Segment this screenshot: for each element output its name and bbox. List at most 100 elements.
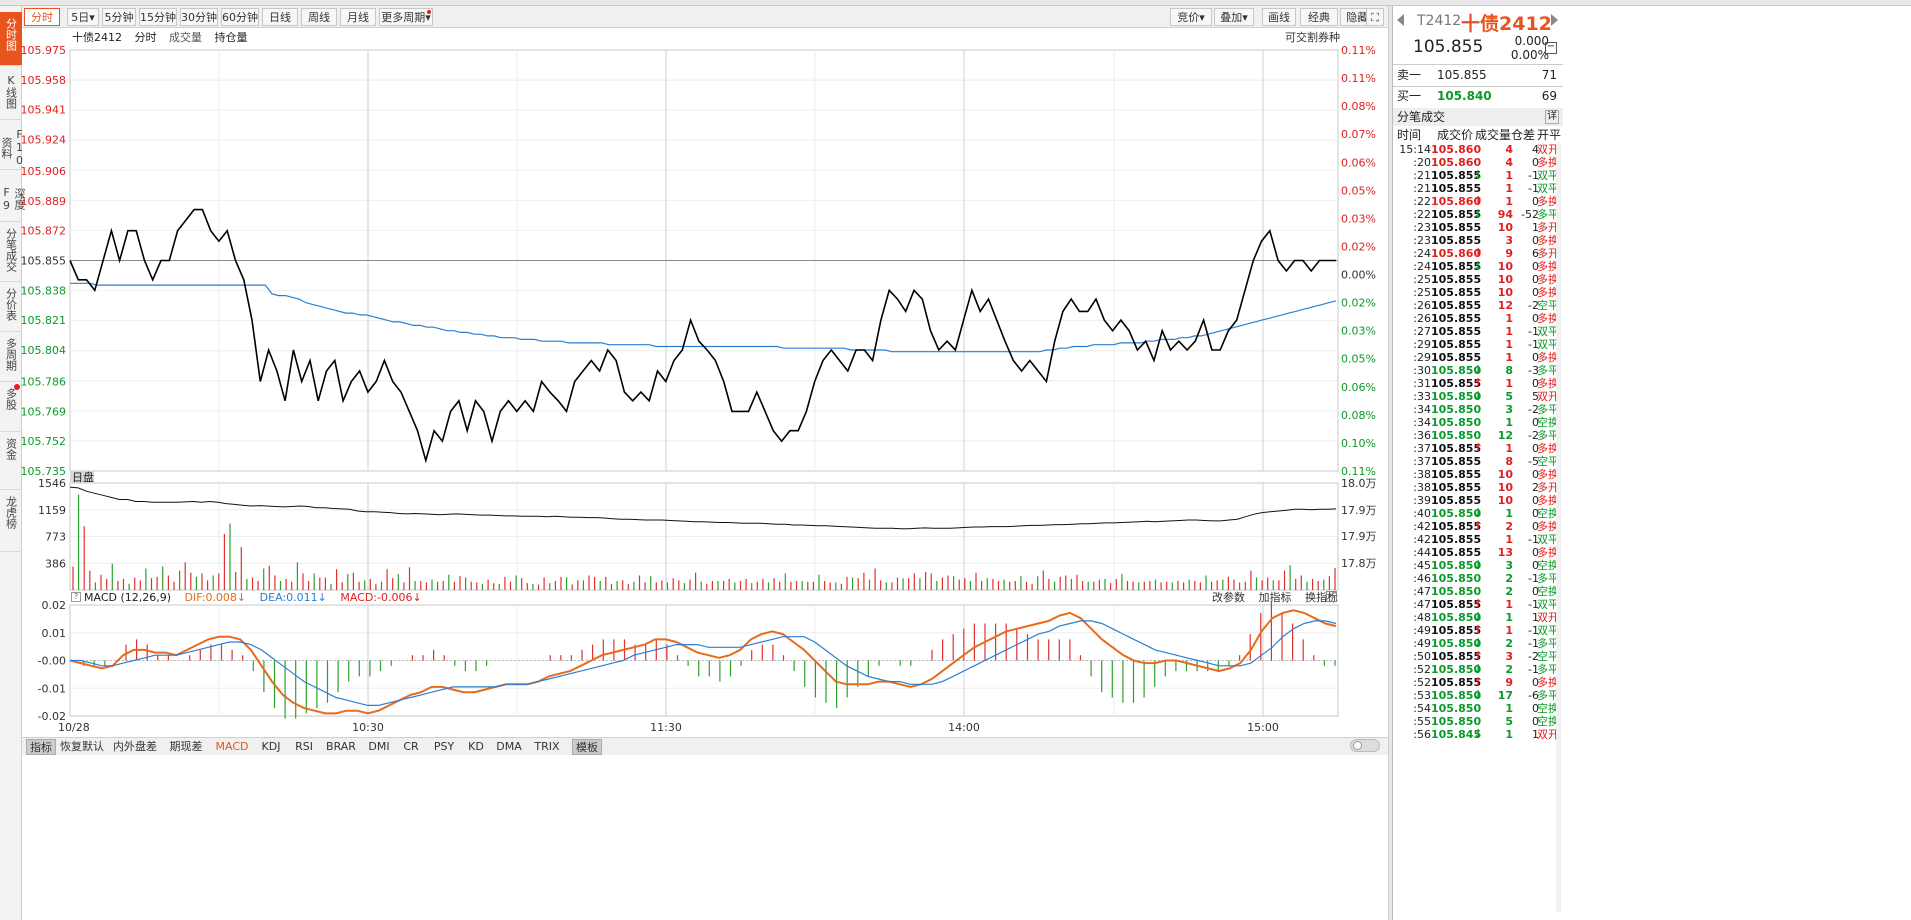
price-line: [69, 208, 1336, 464]
price-tick-label: 105.786: [21, 376, 67, 389]
indicator-tab-3[interactable]: 期现差: [166, 739, 206, 755]
indicator-tab-14[interactable]: 模板: [572, 739, 602, 755]
tick-oi: 0: [1532, 507, 1539, 520]
col-price: 成交价: [1437, 128, 1474, 142]
price-tick-label: 105.855: [21, 255, 67, 268]
close-icon[interactable]: ×: [1326, 591, 1337, 602]
time-axis-label: 15:00: [1247, 721, 1279, 734]
indicator-tab-1[interactable]: 恢复默认: [60, 739, 104, 755]
indicator-tab-5[interactable]: KDJ: [258, 739, 284, 755]
indicator-tab-9[interactable]: CR: [400, 739, 422, 755]
tick-oi: 0: [1532, 546, 1539, 559]
indicator-tab-12[interactable]: DMA: [494, 739, 524, 755]
tick-price: 105.855: [1431, 325, 1482, 338]
tick-time: :49: [1413, 637, 1431, 650]
tick-oi: -5: [1528, 455, 1539, 468]
tick-oi: 1: [1532, 221, 1539, 234]
tick-oi: 2: [1532, 481, 1539, 494]
tick-time: :21: [1413, 169, 1431, 182]
tick-row: :37 105.855 8 -5 空平: [1393, 455, 1563, 468]
pct-tick-label: 0.03%: [1341, 212, 1376, 225]
pct-tick-label: 0.06%: [1341, 381, 1376, 394]
toggle-switch[interactable]: [1350, 739, 1380, 752]
indicator-tab-4[interactable]: MACD: [214, 739, 250, 755]
divider: [1393, 64, 1563, 65]
pct-tick-label: 0.03%: [1341, 325, 1376, 338]
tick-time: :40: [1413, 507, 1431, 520]
indicator-tab-2[interactable]: 内外盘差: [112, 739, 158, 755]
tick-oi: -1: [1528, 182, 1539, 195]
tick-volume: 17: [1497, 689, 1513, 702]
tick-row: :45 105.850 ↓ 3 0 空换: [1393, 559, 1563, 573]
oi-tick-label: 18.0万: [1341, 477, 1377, 490]
minimize-button[interactable]: −: [1545, 42, 1557, 54]
tick-price: 105.850: [1431, 572, 1482, 585]
tick-time: :56: [1413, 728, 1431, 741]
tick-volume: 5: [1505, 715, 1513, 728]
prev-contract-icon[interactable]: [1397, 14, 1404, 26]
tick-oi: 0: [1532, 286, 1539, 299]
tick-oi: 5: [1532, 390, 1539, 403]
tick-price: 105.850: [1431, 702, 1482, 715]
tick-oi: -1: [1528, 663, 1539, 676]
bid-row: 买一 105.840 69: [1397, 87, 1557, 105]
down-arrow-icon: ↓: [1473, 389, 1484, 403]
tick-time: :26: [1413, 299, 1431, 312]
tick-row: :26 105.855 1 0 多换: [1393, 312, 1563, 325]
tick-time: :48: [1413, 611, 1431, 624]
add-indicator-button[interactable]: 加指标: [1259, 591, 1292, 604]
volume-tick-label: 386: [45, 557, 66, 570]
tick-row: :53 105.850 ↓ 17 -6 多平: [1393, 689, 1563, 703]
indicator-tab-8[interactable]: DMI: [366, 739, 392, 755]
tick-volume: 94: [1497, 208, 1513, 221]
tick-volume: 5: [1505, 390, 1513, 403]
tick-detail-button[interactable]: 详: [1545, 110, 1559, 124]
tick-row: :46 105.850 2 -1 多平: [1393, 572, 1563, 585]
tick-oi: 0: [1532, 585, 1539, 598]
tick-volume: 2: [1505, 663, 1513, 676]
tick-oi: -1: [1528, 533, 1539, 546]
right-quote-panel: T2412 十债2412 105.855 0.000 0.00% − 卖一 10…: [1392, 6, 1911, 920]
edit-params-button[interactable]: 改参数: [1212, 591, 1245, 604]
tick-volume: 1: [1505, 195, 1513, 208]
indicator-tab-0[interactable]: 指标: [26, 739, 56, 755]
price-tick-label: 105.838: [21, 284, 67, 297]
tick-volume: 1: [1505, 702, 1513, 715]
tick-time: :24: [1413, 247, 1431, 260]
tick-scrollbar[interactable]: [1556, 142, 1561, 912]
tick-row: :27 105.855 1 -1 双平: [1393, 325, 1563, 338]
tick-price: 105.860: [1431, 143, 1482, 156]
indicator-tab-6[interactable]: RSI: [292, 739, 316, 755]
tick-time: :52: [1413, 676, 1431, 689]
tick-oi: 4: [1532, 143, 1539, 156]
indicator-tab-11[interactable]: KD: [466, 739, 486, 755]
tick-oi: 0: [1532, 377, 1539, 390]
indicator-tab-10[interactable]: PSY: [430, 739, 458, 755]
pct-tick-label: 0.07%: [1341, 128, 1376, 141]
tick-price: 105.855: [1431, 338, 1482, 351]
tick-price: 105.855: [1431, 468, 1482, 481]
next-contract-icon[interactable]: [1551, 14, 1558, 26]
price-tick-label: 105.769: [21, 405, 67, 418]
tick-time: :36: [1413, 429, 1431, 442]
tick-volume: 8: [1505, 455, 1513, 468]
indicator-tab-13[interactable]: TRIX: [532, 739, 562, 755]
tick-volume: 1: [1505, 351, 1513, 364]
tick-section-header: 分笔成交 详: [1393, 108, 1563, 126]
tick-time: :21: [1413, 182, 1431, 195]
tick-oi: 1: [1532, 728, 1539, 741]
tick-row: :25 105.855 10 0 多换: [1393, 286, 1563, 299]
down-arrow-icon: ↓: [1473, 727, 1484, 741]
up-arrow-icon: ↑: [1473, 519, 1484, 533]
oi-tick-label: 17.8万: [1341, 557, 1377, 570]
tick-oi: -1: [1528, 325, 1539, 338]
ask-row: 卖一 105.855 71: [1397, 66, 1557, 84]
tick-section-title: 分笔成交: [1397, 110, 1446, 124]
tick-oi: -1: [1528, 637, 1539, 650]
tick-oi: 0: [1532, 416, 1539, 429]
tick-row: :42 105.855 1 -1 双平: [1393, 533, 1563, 546]
bid-volume: 69: [1541, 89, 1557, 103]
col-volume: 成交量: [1475, 128, 1512, 142]
indicator-tab-7[interactable]: BRAR: [324, 739, 358, 755]
tick-volume: 10: [1497, 468, 1513, 481]
